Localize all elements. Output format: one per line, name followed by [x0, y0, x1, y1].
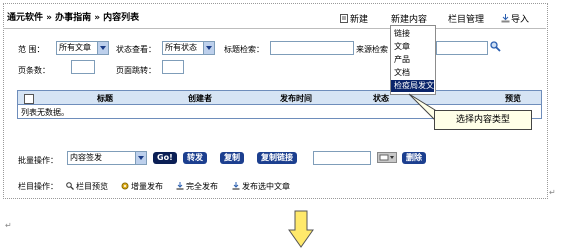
full-publish-label: 完全发布 — [186, 182, 218, 191]
new-button[interactable]: 新建 — [340, 12, 368, 25]
batch-select-value: 内容签发 — [70, 153, 102, 162]
new-label: 新建 — [350, 15, 369, 25]
scope-select-value: 所有文章 — [59, 43, 91, 52]
import-label: 导入 — [511, 15, 530, 25]
import-icon — [501, 14, 510, 23]
empty-table-text: 列表无数据。 — [21, 108, 69, 117]
status-select-value: 所有状态 — [165, 43, 197, 52]
publish-icon — [176, 182, 184, 190]
column-preview-link[interactable]: 栏目预览 — [66, 181, 108, 192]
select-all-checkbox[interactable] — [24, 94, 34, 104]
callout-text: 选择内容类型 — [455, 115, 510, 125]
scope-label: 范 围： — [18, 45, 45, 54]
forward-button[interactable]: 转发 — [183, 152, 207, 164]
column-preview: 预览 — [505, 94, 521, 103]
status-select[interactable]: 所有状态 — [162, 41, 215, 55]
column-manage-button[interactable]: 栏目管理 — [448, 12, 484, 25]
column-title: 标题 — [97, 94, 113, 103]
publish-icon — [232, 182, 240, 190]
scope-select[interactable]: 所有文章 — [56, 41, 109, 55]
title-search-label: 标题检索： — [224, 45, 264, 54]
paragraph-mark-icon: ↵ — [549, 188, 556, 197]
column-manage-label: 栏目管理 — [448, 15, 485, 25]
go-button[interactable]: Go! — [153, 152, 177, 164]
page-size-label: 页条数： — [18, 66, 50, 75]
full-publish-link[interactable]: 完全发布 — [176, 181, 218, 192]
down-arrow-icon — [288, 210, 314, 248]
chevron-down-icon — [97, 42, 108, 54]
chevron-down-icon — [135, 152, 146, 164]
column-status: 状态 — [373, 94, 389, 103]
copy-link-button[interactable]: 复制链接 — [257, 152, 297, 164]
chevron-down-icon — [379, 154, 394, 161]
picker-button[interactable] — [377, 152, 397, 163]
publish-selected-link[interactable]: 发布选中文章 — [232, 181, 290, 192]
breadcrumb-title: 通元软件 » 办事指南 » 内容列表 — [7, 13, 140, 23]
batch-action-select[interactable]: 内容签发 — [67, 151, 147, 165]
table-header: 标题 创建者 发布时间 状态 预览 — [17, 90, 542, 105]
incremental-publish-link[interactable]: 增量发布 — [121, 181, 163, 192]
paragraph-mark-icon: ↵ — [5, 221, 12, 230]
source-search-input[interactable] — [436, 41, 488, 55]
chevron-down-icon — [203, 42, 214, 54]
publish-selected-label: 发布选中文章 — [242, 182, 290, 191]
dropdown-item-link[interactable]: 链接 — [391, 28, 434, 40]
search-icon[interactable] — [490, 41, 501, 54]
gear-icon — [121, 182, 129, 190]
batch-label: 批量操作： — [18, 156, 58, 165]
callout-note: 选择内容类型 — [434, 110, 532, 130]
title-search-input[interactable] — [270, 41, 354, 55]
new-document-icon — [340, 14, 348, 23]
incremental-publish-label: 增量发布 — [131, 182, 163, 191]
source-search-label: 来源检索 — [356, 45, 388, 54]
dropdown-item-product[interactable]: 产品 — [391, 54, 434, 66]
new-content-button[interactable]: 新建内容 — [391, 12, 427, 25]
dropdown-item-document[interactable]: 文档 — [391, 67, 434, 79]
status-label: 状态查看： — [116, 45, 156, 54]
page-jump-label: 页面跳转： — [116, 66, 156, 75]
header-divider — [3, 28, 546, 29]
column-publish-time: 发布时间 — [280, 94, 312, 103]
new-content-label: 新建内容 — [391, 15, 428, 25]
delete-button[interactable]: 删除 — [402, 152, 426, 164]
column-creator: 创建者 — [188, 94, 212, 103]
dropdown-item-article[interactable]: 文章 — [391, 41, 434, 53]
target-input[interactable] — [313, 151, 371, 165]
content-type-dropdown: 链接 文章 产品 文档 检疫局发文 — [390, 25, 436, 95]
import-button[interactable]: 导入 — [501, 12, 529, 25]
copy-button[interactable]: 复制 — [220, 152, 244, 164]
page-jump-input[interactable] — [162, 60, 184, 74]
magnifier-icon — [66, 182, 74, 190]
dropdown-item-quarantine-doc[interactable]: 检疫局发文 — [391, 80, 434, 92]
column-ops-label: 栏目操作： — [18, 182, 58, 191]
page-size-input[interactable] — [71, 60, 95, 74]
column-preview-label: 栏目预览 — [76, 182, 108, 191]
